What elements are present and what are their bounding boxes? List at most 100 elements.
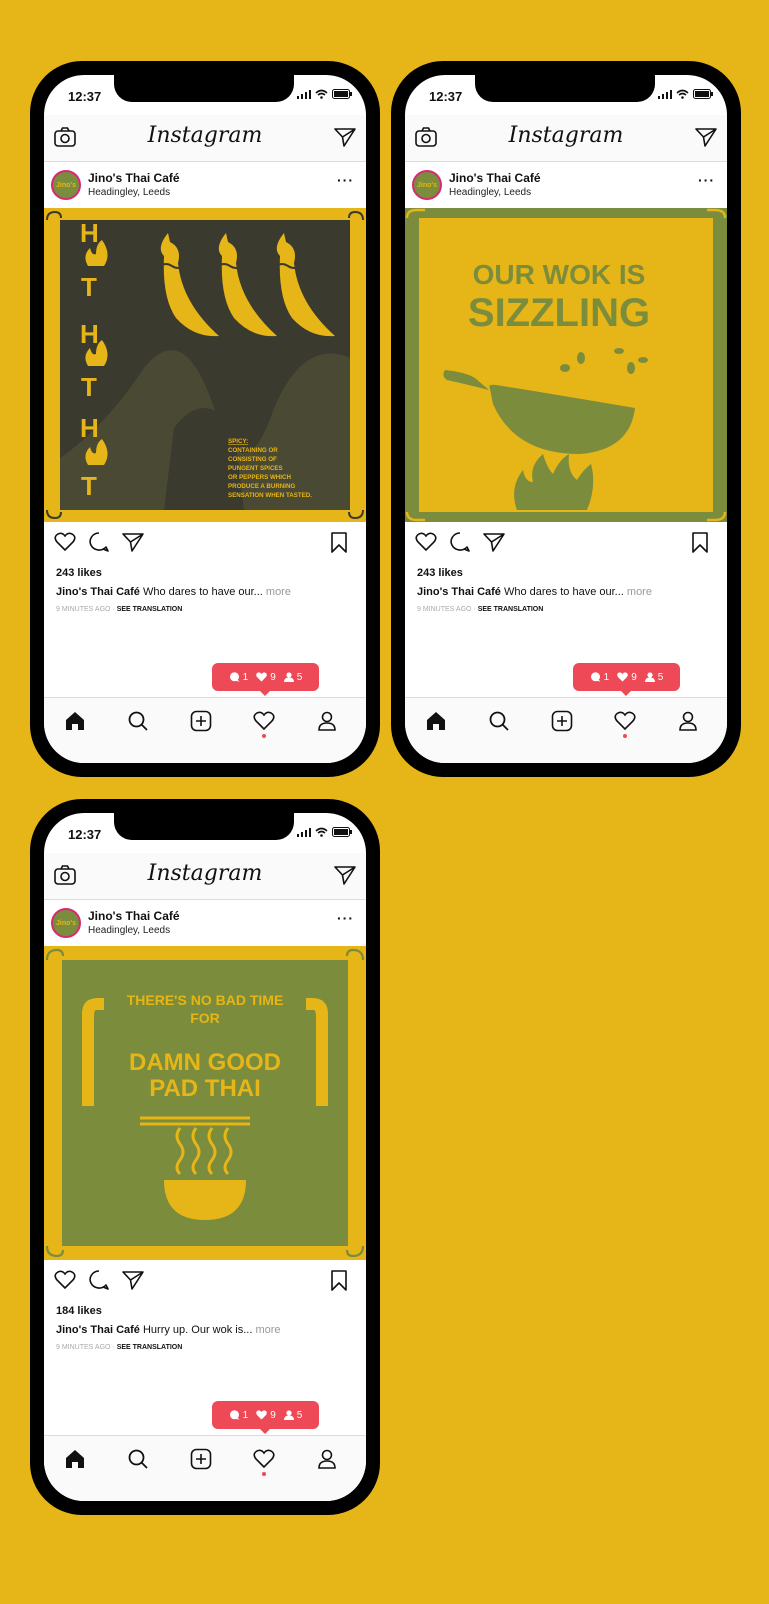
activity-notification-badge[interactable]: 1 9 5 [573,663,680,696]
account-name[interactable]: Jino's Thai Café [88,171,180,185]
caption-username[interactable]: Jino's Thai Café [56,586,140,598]
activity-heart-icon[interactable] [253,1448,275,1470]
pad-thai-artwork: THERE'S NO BAD TIME FOR DAMN GOOD PAD TH… [44,946,366,1260]
notif-likes: 9 [256,1410,276,1421]
phone-screen: 12:37 Instagram Jino's Jino's Thai Café … [44,75,366,763]
wifi-icon [676,89,689,99]
comment-icon[interactable] [88,1270,110,1290]
status-icons [297,827,352,837]
account-location[interactable]: Headingley, Leeds [449,187,531,198]
post-image[interactable]: H T H T H T SPICY: CONTAINING OR CONSIST… [44,208,366,522]
likes-count[interactable]: 243 likes [56,567,102,579]
bookmark-icon[interactable] [330,1270,348,1292]
avatar[interactable]: Jino's [51,908,81,938]
signal-icon [297,827,311,837]
see-translation-link[interactable]: SEE TRANSLATION [117,606,183,613]
profile-icon[interactable] [316,1448,338,1470]
notif-comments: 1 [229,1410,248,1421]
definition-line: PUNGENT SPICES [228,465,283,472]
comment-icon[interactable] [88,532,110,552]
poster-letter: T [81,272,97,302]
poster-line-4: PAD THAI [149,1075,261,1102]
activity-notification-badge[interactable]: 1 9 5 [212,1401,319,1434]
direct-message-icon[interactable] [334,127,356,147]
search-icon[interactable] [127,710,149,732]
more-link[interactable]: more [627,586,652,598]
share-icon[interactable] [122,532,144,552]
direct-message-icon[interactable] [334,865,356,885]
more-options-icon[interactable]: ··· [337,172,354,188]
share-icon[interactable] [122,1270,144,1290]
likes-count[interactable]: 184 likes [56,1305,102,1317]
home-icon[interactable] [64,710,86,732]
more-link[interactable]: more [266,586,291,598]
poster-letter: H [80,319,99,349]
notif-likes-count: 9 [631,671,637,683]
like-heart-icon[interactable] [415,532,437,552]
post-image[interactable]: THERE'S NO BAD TIME FOR DAMN GOOD PAD TH… [44,946,366,1260]
home-icon[interactable] [425,710,447,732]
post-image[interactable]: OUR WOK IS SIZZLING [405,208,727,522]
phone-mockup-3: 12:37 Instagram Jino's Jino's Thai Café … [30,799,380,1515]
like-heart-icon[interactable] [54,532,76,552]
share-icon[interactable] [483,532,505,552]
notif-follows-count: 5 [296,671,303,683]
new-post-icon[interactable] [190,1448,212,1470]
avatar-text: Jino's [417,181,437,189]
new-post-icon[interactable] [551,710,573,732]
bookmark-icon[interactable] [691,532,709,554]
new-post-icon[interactable] [190,710,212,732]
account-location[interactable]: Headingley, Leeds [88,187,170,198]
wifi-icon [315,89,328,99]
home-icon[interactable] [64,1448,86,1470]
profile-icon[interactable] [316,710,338,732]
definition-line: PRODUCE A BURNING [228,483,295,490]
status-time: 12:37 [68,827,102,842]
comment-icon[interactable] [449,532,471,552]
notif-comments-count: 1 [603,671,610,683]
activity-notification-badge[interactable]: 1 9 5 [212,663,319,696]
more-options-icon[interactable]: ··· [698,172,715,188]
direct-message-icon[interactable] [695,127,717,147]
account-name[interactable]: Jino's Thai Café [449,171,541,185]
avatar[interactable]: Jino's [51,170,81,200]
bookmark-icon[interactable] [330,532,348,554]
notif-likes-count: 9 [270,1409,276,1421]
like-heart-icon[interactable] [54,1270,76,1290]
caption-text: Hurry up. Our wok is... [142,1324,253,1336]
signal-icon [297,89,311,99]
search-icon[interactable] [127,1448,149,1470]
caption-username[interactable]: Jino's Thai Café [417,586,501,598]
see-translation-link[interactable]: SEE TRANSLATION [478,606,544,613]
activity-heart-icon[interactable] [614,710,636,732]
post-header: Jino's Jino's Thai Café Headingley, Leed… [405,162,727,208]
profile-icon[interactable] [677,710,699,732]
phone-notch [114,813,294,840]
post-meta: 9 MINUTES AGO · SEE TRANSLATION [417,606,544,613]
notif-comments: 1 [590,671,610,683]
wifi-icon [315,827,328,837]
more-link[interactable]: more [255,1324,280,1336]
post-actions [44,1265,366,1299]
comment-bubble-icon [229,1410,240,1420]
status-icons [297,89,352,99]
caption: Jino's Thai Café Hurry up. Our wok is...… [56,1324,281,1336]
battery-icon [693,89,713,99]
more-options-icon[interactable]: ··· [337,910,354,926]
activity-dot [262,734,266,738]
phone-mockup-2: 12:37 Instagram Jino's Jino's Thai Café … [391,61,741,777]
activity-heart-icon[interactable] [253,710,275,732]
bottom-navigation [44,1435,366,1501]
account-location[interactable]: Headingley, Leeds [88,925,170,936]
avatar[interactable]: Jino's [412,170,442,200]
poster-line-3: DAMN GOOD [129,1049,281,1076]
likes-count[interactable]: 243 likes [417,567,463,579]
notif-follows: 5 [283,671,303,683]
search-icon[interactable] [488,710,510,732]
definition-line: CONSISTING OF [228,456,277,463]
see-translation-link[interactable]: SEE TRANSLATION [117,1344,183,1351]
battery-icon [332,827,352,837]
caption-username[interactable]: Jino's Thai Café [56,1324,140,1336]
time-ago: 9 MINUTES AGO [56,606,111,613]
account-name[interactable]: Jino's Thai Café [88,909,180,923]
